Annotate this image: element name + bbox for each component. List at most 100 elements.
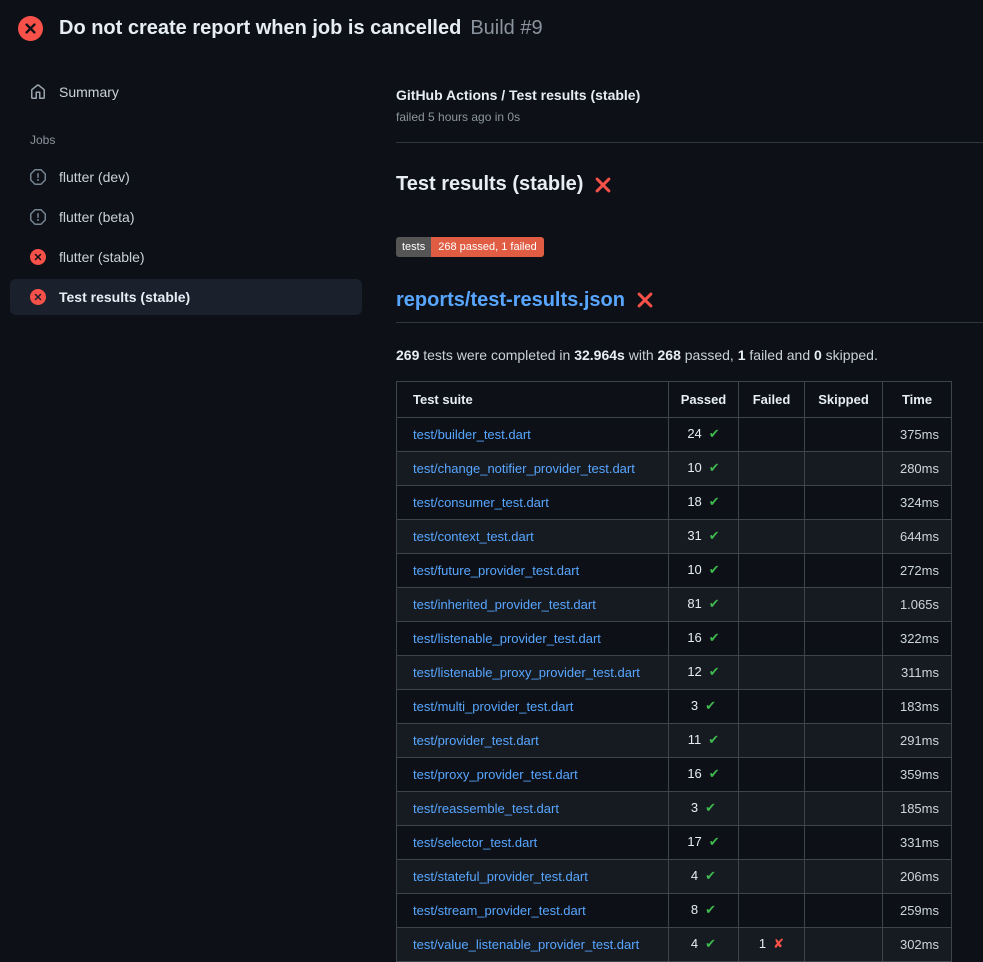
suite-cell: test/stream_provider_test.dart bbox=[397, 893, 669, 927]
failed-cell bbox=[739, 723, 805, 757]
column-header-passed: Passed bbox=[669, 381, 739, 417]
test-suite-link[interactable]: test/stream_provider_test.dart bbox=[413, 903, 586, 918]
sidebar-item-summary[interactable]: Summary bbox=[18, 75, 362, 109]
table-row: test/provider_test.dart11✔291ms bbox=[397, 723, 952, 757]
passed-cell-value: 18 bbox=[687, 494, 701, 509]
failed-cell bbox=[739, 621, 805, 655]
table-row: test/listenable_proxy_provider_test.dart… bbox=[397, 655, 952, 689]
passed-cell-value: 3 bbox=[691, 698, 698, 713]
time-cell: 375ms bbox=[883, 417, 952, 451]
table-row: test/builder_test.dart24✔375ms bbox=[397, 417, 952, 451]
page-title: Do not create report when job is cancell… bbox=[59, 17, 543, 40]
table-row: test/selector_test.dart17✔331ms bbox=[397, 825, 952, 859]
passed-cell: 10✔ bbox=[669, 451, 739, 485]
failed-cell bbox=[739, 485, 805, 519]
sidebar-item-flutter-beta[interactable]: flutter (beta) bbox=[10, 199, 362, 235]
test-suite-link[interactable]: test/change_notifier_provider_test.dart bbox=[413, 461, 635, 476]
cancelled-status-icon bbox=[30, 169, 46, 185]
failed-cell bbox=[739, 519, 805, 553]
job-label: flutter (dev) bbox=[59, 169, 130, 185]
test-suite-link[interactable]: test/provider_test.dart bbox=[413, 733, 539, 748]
passed-cell: 10✔ bbox=[669, 553, 739, 587]
failed-cell bbox=[739, 451, 805, 485]
suite-cell: test/proxy_provider_test.dart bbox=[397, 757, 669, 791]
x-icon: ✘ bbox=[773, 936, 784, 951]
table-row: test/context_test.dart31✔644ms bbox=[397, 519, 952, 553]
test-suite-link[interactable]: test/reassemble_test.dart bbox=[413, 801, 559, 816]
test-suite-link[interactable]: test/builder_test.dart bbox=[413, 427, 531, 442]
test-suite-link[interactable]: test/stateful_provider_test.dart bbox=[413, 869, 588, 884]
passed-count: 268 bbox=[658, 347, 681, 363]
check-icon: ✔ bbox=[705, 800, 716, 815]
sidebar-item-test-results-stable[interactable]: Test results (stable) bbox=[10, 279, 362, 315]
job-label: flutter (stable) bbox=[59, 249, 145, 265]
passed-cell-value: 31 bbox=[687, 528, 701, 543]
time-cell: 183ms bbox=[883, 689, 952, 723]
failed-cell bbox=[739, 791, 805, 825]
check-status-line: failed 5 hours ago in 0s bbox=[396, 110, 983, 124]
check-icon: ✔ bbox=[709, 664, 720, 679]
check-icon: ✔ bbox=[705, 902, 716, 917]
passed-cell-value: 81 bbox=[687, 596, 701, 611]
test-suite-link[interactable]: test/value_listenable_provider_test.dart bbox=[413, 937, 639, 952]
section-heading: Test results (stable) bbox=[396, 173, 983, 196]
test-suite-link[interactable]: test/future_provider_test.dart bbox=[413, 563, 579, 578]
skipped-cell bbox=[805, 859, 883, 893]
summary-text: passed, bbox=[681, 347, 738, 363]
failed-cell bbox=[739, 587, 805, 621]
passed-cell-value: 10 bbox=[687, 562, 701, 577]
test-suite-link[interactable]: test/listenable_proxy_provider_test.dart bbox=[413, 665, 640, 680]
skipped-cell bbox=[805, 485, 883, 519]
skipped-cell bbox=[805, 451, 883, 485]
failed-count: 1 bbox=[738, 347, 746, 363]
x-icon bbox=[594, 176, 612, 194]
skipped-cell bbox=[805, 927, 883, 961]
time-cell: 359ms bbox=[883, 757, 952, 791]
time-cell: 311ms bbox=[883, 655, 952, 689]
jobs-sidebar: Summary Jobs flutter (dev) flutter (beta… bbox=[0, 53, 372, 319]
home-icon bbox=[30, 84, 46, 100]
passed-cell: 31✔ bbox=[669, 519, 739, 553]
skipped-cell bbox=[805, 893, 883, 927]
passed-cell: 18✔ bbox=[669, 485, 739, 519]
skipped-cell bbox=[805, 621, 883, 655]
test-suite-link[interactable]: test/listenable_provider_test.dart bbox=[413, 631, 601, 646]
test-suite-link[interactable]: test/proxy_provider_test.dart bbox=[413, 767, 578, 782]
test-suite-link[interactable]: test/inherited_provider_test.dart bbox=[413, 597, 596, 612]
check-run-header: Do not create report when job is cancell… bbox=[0, 0, 983, 53]
passed-cell-value: 16 bbox=[687, 630, 701, 645]
test-suite-link[interactable]: test/selector_test.dart bbox=[413, 835, 537, 850]
sidebar-item-flutter-stable[interactable]: flutter (stable) bbox=[10, 239, 362, 275]
column-header-failed: Failed bbox=[739, 381, 805, 417]
table-row: test/reassemble_test.dart3✔185ms bbox=[397, 791, 952, 825]
failed-cell bbox=[739, 553, 805, 587]
summary-text: failed and bbox=[746, 347, 815, 363]
time-cell: 322ms bbox=[883, 621, 952, 655]
duration-value: 32.964s bbox=[574, 347, 625, 363]
time-cell: 272ms bbox=[883, 553, 952, 587]
table-row: test/change_notifier_provider_test.dart 1… bbox=[397, 451, 952, 485]
cancelled-status-icon bbox=[30, 209, 46, 225]
passed-cell-value: 24 bbox=[687, 426, 701, 441]
test-suite-link[interactable]: test/consumer_test.dart bbox=[413, 495, 549, 510]
sidebar-item-flutter-dev[interactable]: flutter (dev) bbox=[10, 159, 362, 195]
test-suite-link[interactable]: test/context_test.dart bbox=[413, 529, 534, 544]
summary-text: tests were completed in bbox=[419, 347, 574, 363]
skipped-cell bbox=[805, 553, 883, 587]
report-file-link[interactable]: reports/test-results.json bbox=[396, 289, 625, 312]
failed-status-icon bbox=[30, 289, 46, 305]
passed-cell: 16✔ bbox=[669, 757, 739, 791]
badge-label: tests bbox=[396, 237, 431, 257]
summary-text: with bbox=[625, 347, 658, 363]
failed-cell bbox=[739, 689, 805, 723]
time-cell: 280ms bbox=[883, 451, 952, 485]
check-icon: ✔ bbox=[709, 766, 720, 781]
test-suite-link[interactable]: test/multi_provider_test.dart bbox=[413, 699, 573, 714]
passed-cell-value: 12 bbox=[687, 664, 701, 679]
passed-cell: 3✔ bbox=[669, 791, 739, 825]
skipped-cell bbox=[805, 825, 883, 859]
suite-cell: test/change_notifier_provider_test.dart bbox=[397, 451, 669, 485]
check-icon: ✔ bbox=[709, 630, 720, 645]
badge-value: 268 passed, 1 failed bbox=[431, 237, 543, 257]
divider bbox=[396, 142, 983, 143]
